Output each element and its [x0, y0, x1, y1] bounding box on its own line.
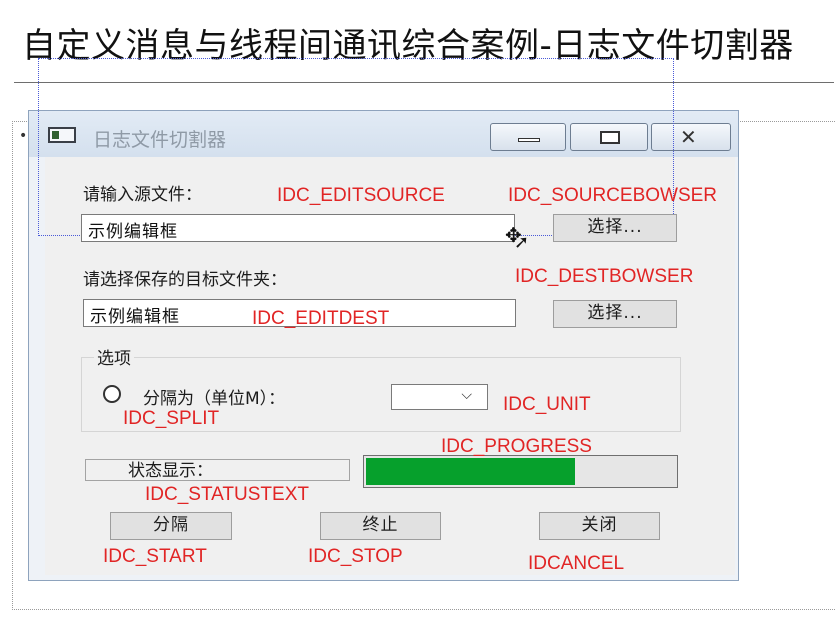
unit-combobox[interactable]: ⌵: [391, 384, 488, 410]
focus-rectangle: [38, 58, 674, 236]
annotation-stop: IDC_STOP: [308, 546, 403, 567]
arrow-cursor-icon: ➚: [514, 232, 530, 253]
source-file-input[interactable]: 示例编辑框: [81, 214, 515, 242]
progress-bar: [363, 455, 678, 488]
start-split-button[interactable]: 分隔: [110, 512, 232, 540]
source-file-label: 请输入源文件：: [83, 185, 202, 205]
split-unit-label: 分隔为（单位M）：: [143, 389, 286, 409]
options-group-label: 选项: [94, 344, 134, 369]
dest-folder-label: 请选择保存的目标文件夹：: [83, 270, 287, 290]
annotation-sourcebowser: IDC_SOURCEBOWSER: [508, 185, 718, 206]
annotation-progress: IDC_PROGRESS: [441, 436, 592, 457]
dest-browse-button[interactable]: 选择...: [553, 300, 677, 328]
annotation-destbowser: IDC_DESTBOWSER: [515, 266, 694, 287]
bullet-dot: •: [19, 128, 28, 144]
stop-button[interactable]: 终止: [320, 512, 441, 540]
close-icon: ✕: [680, 125, 697, 149]
annotation-editsource: IDC_EDITSOURCE: [277, 185, 445, 206]
progress-bar-fill: [366, 458, 575, 485]
status-text: 状态显示：: [128, 461, 213, 481]
annotation-cancel: IDCANCEL: [528, 553, 625, 574]
slide: 自定义消息与线程间通讯综合案例-日志文件切割器 • 日志文件切割器 ✕ 请输入源…: [0, 0, 835, 626]
annotation-unit: IDC_UNIT: [503, 394, 591, 415]
annotation-statustext: IDC_STATUSTEXT: [145, 484, 309, 505]
split-radio[interactable]: [103, 385, 121, 403]
annotation-start: IDC_START: [103, 546, 207, 567]
source-browse-button[interactable]: 选择...: [553, 214, 677, 242]
annotation-split: IDC_SPLIT: [123, 408, 220, 429]
annotation-editdest: IDC_EDITDEST: [252, 308, 390, 329]
close-button[interactable]: 关闭: [539, 512, 660, 540]
status-text-box: [85, 459, 350, 481]
chevron-down-icon[interactable]: ⌵: [461, 387, 472, 403]
